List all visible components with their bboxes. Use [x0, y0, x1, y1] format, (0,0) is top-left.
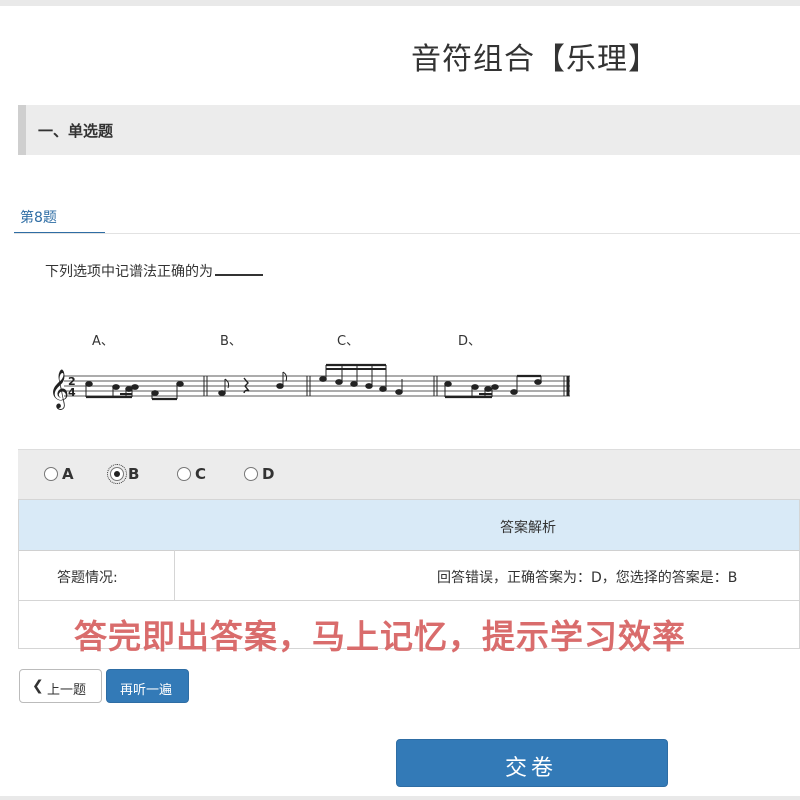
radio-a-circle[interactable]	[44, 467, 58, 481]
tab-question-label: 第8题	[20, 210, 57, 226]
option-d-radio[interactable]: D	[244, 464, 274, 484]
measure-d	[444, 374, 570, 399]
option-a-text: A	[62, 465, 74, 483]
treble-clef-icon: 𝄞	[49, 369, 69, 410]
promo-text: 答完即出答案，马上记忆，提示学习效率	[74, 617, 686, 656]
answer-options-bar: A B C D	[18, 449, 800, 499]
analysis-title: 答案解析	[500, 520, 556, 536]
submit-label: 交卷	[505, 756, 558, 781]
option-label-a: A、	[92, 334, 114, 349]
option-a-radio[interactable]: A	[44, 464, 74, 484]
replay-button[interactable]: 再听一遍	[106, 669, 189, 703]
prev-question-button[interactable]: ❮ 上一题	[19, 669, 102, 703]
top-strip	[0, 0, 800, 6]
option-label-c: C、	[337, 334, 360, 349]
option-c-text: C	[195, 465, 207, 483]
option-label-d: D、	[458, 334, 482, 349]
option-label-b: B、	[220, 334, 242, 349]
time-signature-bottom: 4	[68, 386, 76, 399]
svg-text:𝄞: 𝄞	[49, 369, 69, 410]
replay-label: 再听一遍	[120, 683, 173, 698]
tab-question-8[interactable]: 第8题	[14, 200, 105, 234]
result-divider	[174, 550, 175, 600]
option-d-text: D	[262, 465, 275, 483]
question-prompt: 下列选项中记谱法正确的为	[45, 264, 213, 280]
answer-blank	[215, 260, 263, 276]
chevron-left-icon: ❮	[32, 678, 44, 694]
measure-a	[85, 376, 208, 401]
music-staff: 𝄞 2 4	[49, 363, 570, 410]
bottom-strip	[0, 796, 800, 800]
prev-question-label: 上一题	[47, 683, 87, 698]
option-b-text: B	[128, 465, 140, 483]
tab-divider	[14, 233, 800, 234]
radio-b-circle[interactable]	[107, 464, 127, 484]
page-title: 音符组合【乐理】	[411, 42, 659, 77]
section-header: 一、单选题	[18, 105, 800, 155]
section-title: 一、单选题	[38, 122, 114, 140]
result-label: 答题情况:	[57, 570, 118, 586]
radio-d-circle[interactable]	[244, 467, 258, 481]
option-b-radio[interactable]: B	[107, 464, 140, 484]
result-value: 回答错误，正确答案为：D，您选择的答案是：B	[437, 570, 738, 586]
question-text: 下列选项中记谱法正确的为	[45, 260, 263, 281]
radio-c-circle[interactable]	[177, 467, 191, 481]
result-row: 答题情况: 回答错误，正确答案为：D，您选择的答案是：B	[19, 550, 799, 601]
analysis-header: 答案解析	[19, 500, 799, 551]
submit-button[interactable]: 交卷	[396, 739, 668, 787]
option-c-radio[interactable]: C	[177, 464, 206, 484]
